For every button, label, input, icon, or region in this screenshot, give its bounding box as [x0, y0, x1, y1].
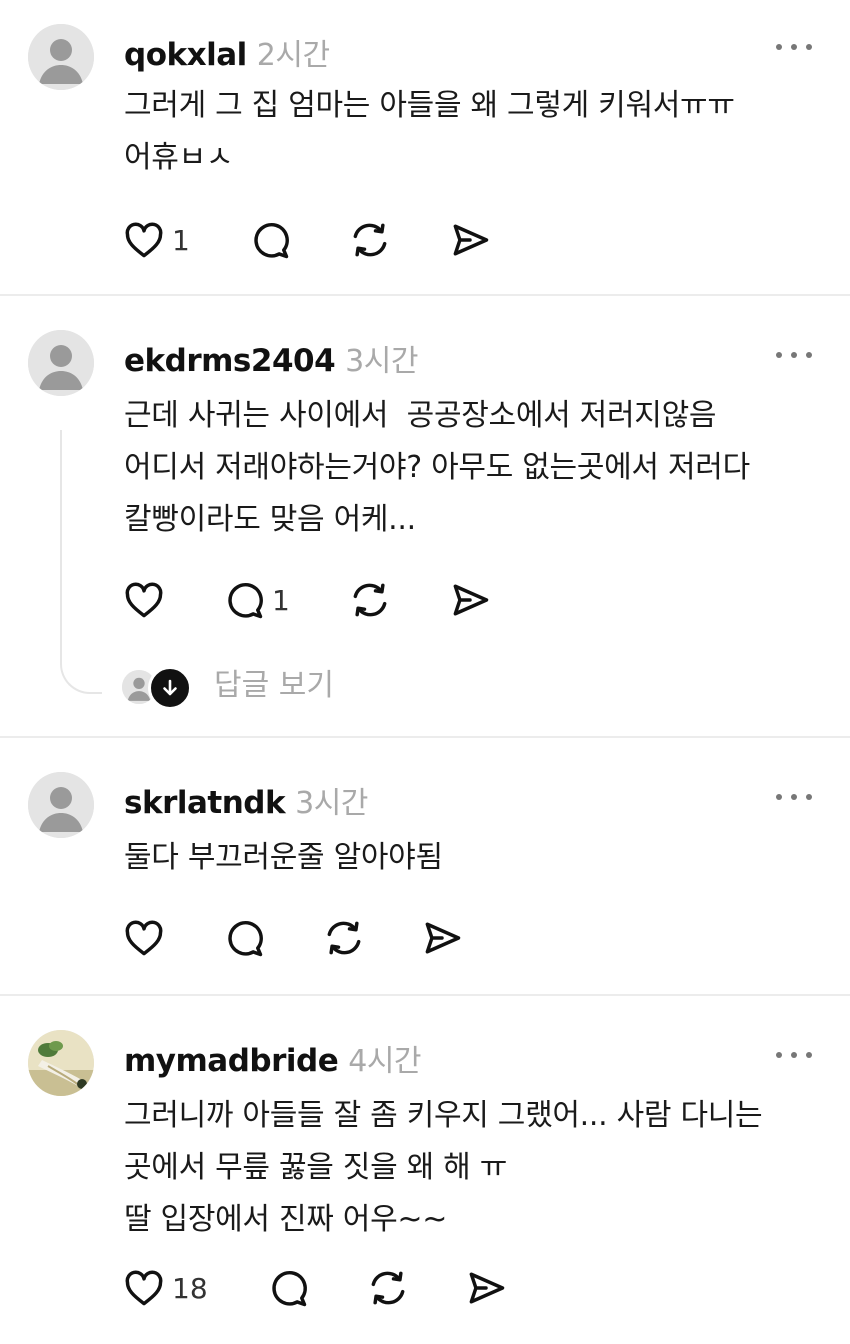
action-bar: 18: [122, 1266, 622, 1310]
heart-icon: [125, 222, 163, 258]
action-bar: 1: [122, 578, 622, 622]
username-text[interactable]: qokxlal: [124, 37, 247, 73]
repost-icon: [353, 583, 387, 617]
comment-bubble-icon: [272, 1271, 307, 1307]
timestamp: 3시간: [345, 344, 418, 379]
comment-button[interactable]: 1: [222, 578, 290, 622]
comment-text: 그러게 그 집 엄마는 아들을 왜 그렇게 키워서ㅠㅠ 어휴ㅂㅅ: [124, 88, 735, 175]
like-count: 1: [172, 223, 190, 257]
share-button[interactable]: [448, 218, 492, 262]
repost-button[interactable]: [366, 1266, 410, 1310]
default-avatar-icon: [28, 24, 94, 90]
view-replies-label[interactable]: 답글 보기: [214, 664, 334, 708]
repost-icon: [327, 921, 361, 955]
default-avatar-icon: [28, 772, 94, 838]
send-icon: [453, 584, 489, 616]
action-bar: [122, 916, 622, 960]
like-button[interactable]: 18: [122, 1266, 208, 1310]
comment-button[interactable]: [266, 1266, 316, 1310]
comment-feed: qokxlal 2시간 그러게 그 집 엄마는 아들을 왜 그렇게 키워서ㅠㅠ 어…: [0, 0, 850, 1344]
share-button[interactable]: [420, 916, 464, 960]
heart-icon: [125, 920, 163, 956]
comment-bubble-icon: [254, 223, 289, 259]
username[interactable]: mymadbride 4시간: [124, 1036, 422, 1080]
repost-icon: [371, 1271, 405, 1305]
comment-bubble-icon: [228, 583, 263, 619]
comment-button[interactable]: [248, 218, 298, 262]
like-button[interactable]: [122, 916, 172, 960]
share-button[interactable]: [448, 578, 492, 622]
comment-post: mymadbride 4시간 그러니까 아들들 잘 좀 키우지 그랬어... 사람…: [0, 996, 850, 1344]
share-button[interactable]: [464, 1266, 508, 1310]
avatar[interactable]: [28, 24, 94, 90]
comment-post: qokxlal 2시간 그러게 그 집 엄마는 아들을 왜 그렇게 키워서ㅠㅠ 어…: [0, 0, 850, 296]
action-bar: 1: [122, 218, 622, 262]
send-icon: [453, 224, 489, 256]
timestamp: 2시간: [256, 38, 330, 73]
repost-button[interactable]: [322, 916, 366, 960]
username-text[interactable]: mymadbride: [124, 1043, 339, 1079]
comment-button[interactable]: [222, 916, 272, 960]
timestamp: 4시간: [348, 1044, 422, 1079]
send-icon: [425, 922, 461, 954]
more-options-icon[interactable]: [776, 1048, 812, 1062]
username-text[interactable]: ekdrms2404: [124, 343, 336, 379]
comment-count: 1: [272, 583, 290, 617]
thread-line: [60, 430, 102, 694]
like-button[interactable]: 1: [122, 218, 190, 262]
repost-icon: [353, 223, 387, 257]
photo-avatar-icon: [28, 1030, 94, 1096]
like-count: 18: [172, 1271, 208, 1305]
send-icon: [469, 1272, 505, 1304]
username[interactable]: qokxlal 2시간: [124, 30, 330, 74]
heart-icon: [125, 1270, 163, 1306]
comment-text: 둘다 부끄러운줄 알아야됨: [124, 840, 443, 875]
avatar[interactable]: [28, 1030, 94, 1096]
avatar[interactable]: [28, 330, 94, 396]
repost-button[interactable]: [348, 218, 392, 262]
heart-icon: [125, 582, 163, 618]
username[interactable]: skrlatndk 3시간: [124, 778, 368, 822]
username[interactable]: ekdrms2404 3시간: [124, 336, 418, 380]
comment-bubble-icon: [228, 921, 263, 957]
comment-post: skrlatndk 3시간 둘다 부끄러운줄 알아야됨: [0, 738, 850, 994]
arrow-down-icon: [148, 666, 192, 710]
repost-button[interactable]: [348, 578, 392, 622]
comment-text: 근데 사귀는 사이에서 공공장소에서 저러지않음 어디서 저래야하는거야? 아무…: [124, 398, 750, 537]
more-options-icon[interactable]: [776, 348, 812, 362]
avatar[interactable]: [28, 772, 94, 838]
username-text[interactable]: skrlatndk: [124, 785, 286, 821]
timestamp: 3시간: [295, 786, 368, 821]
view-replies-button[interactable]: 답글 보기: [122, 664, 422, 710]
comment-text: 그러니까 아들들 잘 좀 키우지 그랬어... 사람 다니는 곳에서 무릎 꿇을…: [124, 1098, 763, 1237]
more-options-icon[interactable]: [776, 790, 812, 804]
more-options-icon[interactable]: [776, 40, 812, 54]
like-button[interactable]: [122, 578, 172, 622]
default-avatar-icon: [28, 330, 94, 396]
